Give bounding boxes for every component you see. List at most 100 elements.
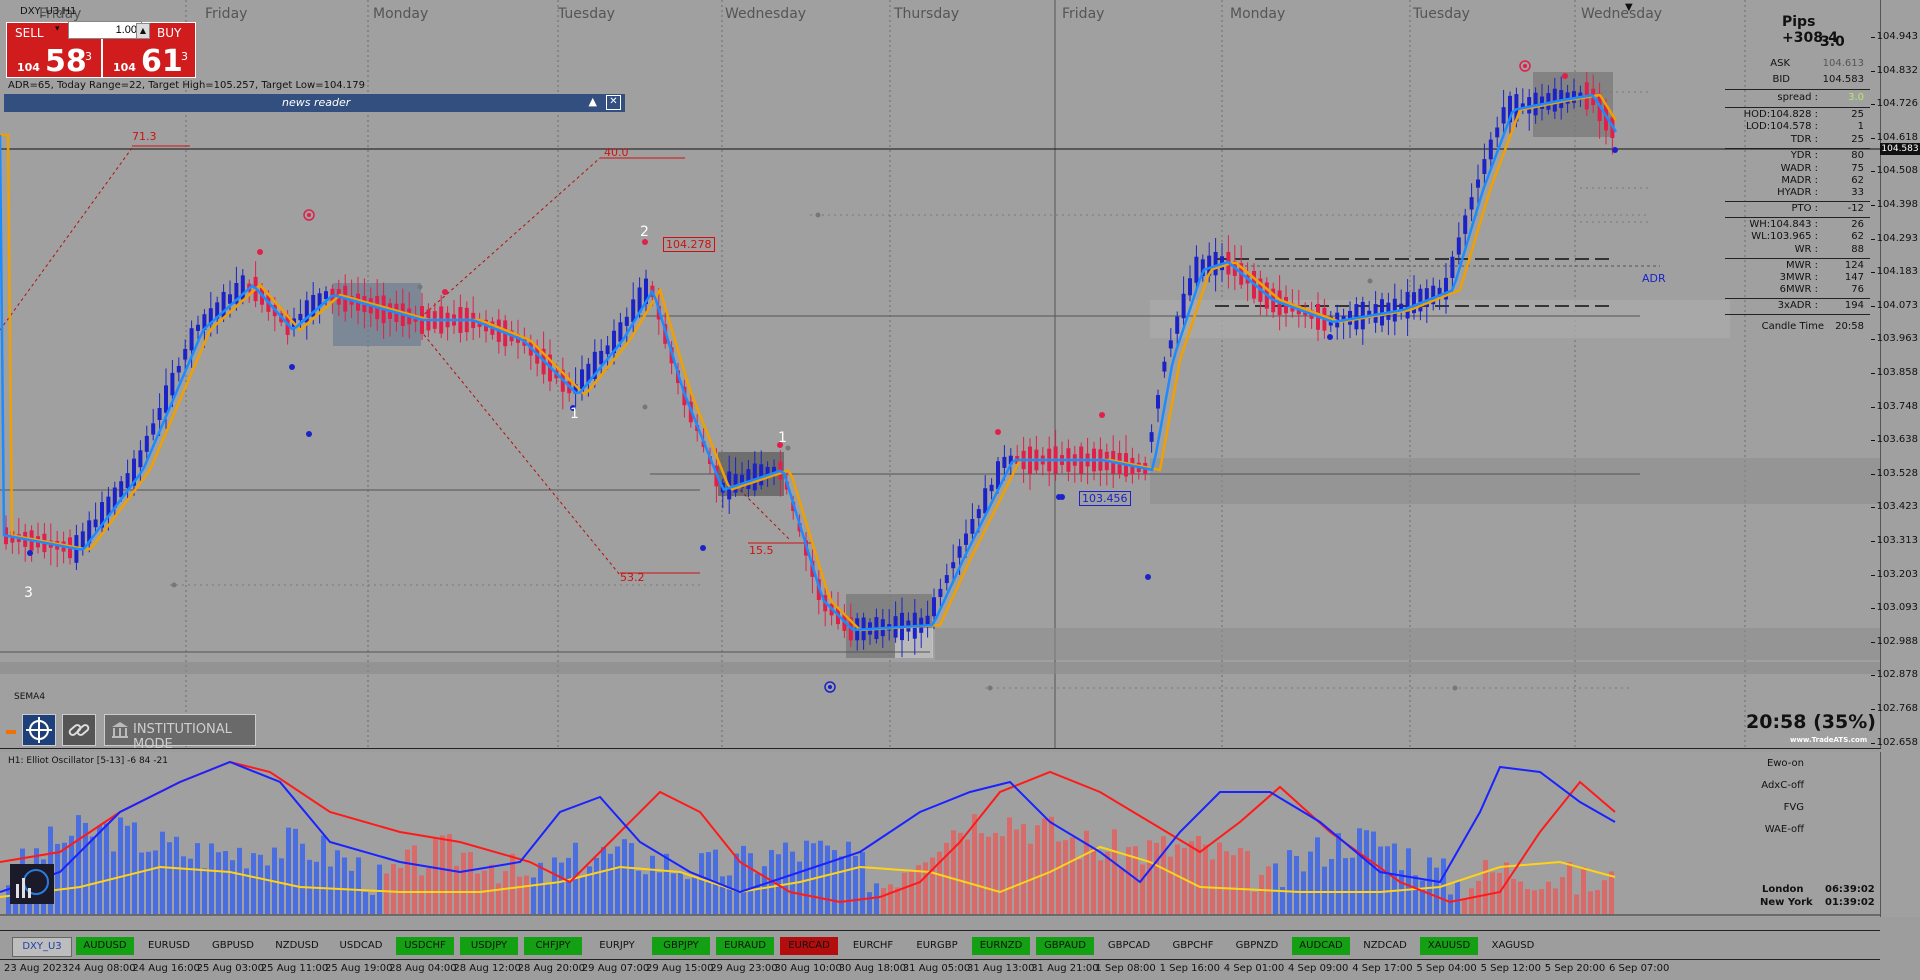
madr-label: MADR :	[1781, 175, 1818, 186]
oscillator-scale	[1881, 752, 1920, 917]
histogram-bar	[923, 862, 928, 914]
histogram-bar	[531, 877, 536, 914]
symbol-button-gbpnzd[interactable]: GBPNZD	[1228, 937, 1286, 955]
symbol-button-gbpusd[interactable]: GBPUSD	[204, 937, 262, 955]
symbol-button-audcad[interactable]: AUDCAD	[1292, 937, 1350, 955]
symbol-button-gbpaud[interactable]: GBPAUD	[1036, 937, 1094, 955]
price-tick: 103.963	[1870, 333, 1918, 345]
histogram-bar	[909, 870, 914, 914]
day-label: Tuesday	[1413, 6, 1470, 22]
zone-band	[0, 662, 1880, 674]
histogram-bar	[1021, 824, 1026, 914]
histogram-bar	[1189, 841, 1194, 914]
price-tick: 102.768	[1870, 703, 1918, 714]
main-chart[interactable]: Friday Friday Monday Tuesday Wednesday T…	[0, 0, 1881, 752]
candle-body	[144, 435, 149, 452]
symbol-button-gbpcad[interactable]: GBPCAD	[1100, 937, 1158, 955]
symbol-button-dxy_u3[interactable]: DXY_U3	[12, 937, 72, 957]
candle-body	[1463, 215, 1468, 234]
symbol-button-usdcad[interactable]: USDCAD	[332, 937, 390, 955]
histogram-bar	[286, 827, 291, 914]
histogram-bar	[216, 852, 221, 914]
histogram-bar	[1469, 888, 1474, 914]
wl-value: 62	[1851, 231, 1864, 242]
date-tick: 5 Sep 12:00	[1480, 963, 1541, 974]
newyork-label: New York	[1760, 897, 1813, 908]
symbol-button-eurusd[interactable]: EURUSD	[140, 937, 198, 955]
crosshair-tool-button[interactable]	[22, 714, 56, 746]
histogram-bar	[566, 857, 571, 914]
lot-decrease-icon[interactable]: ▾	[55, 24, 60, 34]
candle-body	[125, 473, 130, 489]
symbol-button-chfjpy[interactable]: CHFJPY	[524, 937, 582, 955]
date-tick: 24 Aug 16:00	[132, 963, 200, 974]
histogram-bar	[1595, 890, 1600, 914]
histogram-bar	[132, 822, 137, 914]
candle-body	[932, 597, 936, 617]
ewo-toggle[interactable]: Ewo-on	[1767, 758, 1804, 769]
date-tick: 4 Sep 17:00	[1352, 963, 1413, 974]
chart-shift-marker-icon[interactable]: ▼	[1625, 2, 1633, 13]
symbol-button-usdjpy[interactable]: USDJPY	[460, 937, 518, 955]
symbol-button-eurchf[interactable]: EURCHF	[844, 937, 902, 955]
candle-body	[759, 464, 764, 486]
oscillator-svg	[0, 760, 1880, 916]
symbol-button-nzdusd[interactable]: NZDUSD	[268, 937, 326, 955]
symbol-button-eurnzd[interactable]: EURNZD	[972, 937, 1030, 955]
hod-label: HOD:104.828 :	[1743, 109, 1818, 120]
price-scale[interactable]: 104.943 104.832 104.726 104.618 104.508 104.3…	[1870, 0, 1920, 752]
histogram-bar	[90, 836, 95, 914]
sell-price-sup: 3	[85, 50, 92, 63]
fib-leg	[0, 147, 133, 331]
candle-body	[938, 588, 943, 597]
histogram-bar	[1448, 894, 1453, 914]
histogram-bar	[230, 860, 235, 914]
date-tick: 29 Aug 23:00	[710, 963, 778, 974]
histogram-bar	[1077, 859, 1082, 914]
symbol-button-audusd[interactable]: AUDUSD	[76, 937, 134, 955]
price-tick: 104.183	[1870, 266, 1918, 278]
price-tick: 104.832	[1870, 64, 1918, 76]
histogram-bar	[160, 831, 165, 914]
symbol-button-xauusd[interactable]: XAUUSD	[1420, 937, 1478, 955]
histogram-bar	[1420, 880, 1425, 914]
symbol-button-nzdcad[interactable]: NZDCAD	[1356, 937, 1414, 955]
institutional-mode-button[interactable]: INSTITUTIONAL MODE	[104, 714, 256, 752]
oscillator-histogram	[6, 814, 1614, 914]
candle-body	[119, 481, 124, 498]
buy-label: BUY	[157, 26, 182, 40]
histogram-bar	[1091, 847, 1096, 914]
hod-value: 25	[1851, 109, 1864, 120]
symbol-button-usdchf[interactable]: USDCHF	[396, 937, 454, 955]
symbol-button-gbpjpy[interactable]: GBPJPY	[652, 937, 710, 955]
crosshair-icon	[26, 717, 52, 743]
chain-tool-button[interactable]	[62, 714, 96, 746]
symbol-button-eurjpy[interactable]: EURJPY	[588, 937, 646, 955]
symbol-button-euraud[interactable]: EURAUD	[716, 937, 774, 955]
oscillator-panel[interactable]: H1: Elliot Oscillator [5-13] -6 84 -21 E…	[0, 752, 1881, 917]
close-icon[interactable]: ✕	[606, 95, 621, 110]
histogram-bar	[993, 832, 998, 914]
candle-body	[1405, 291, 1410, 319]
symbol-button-gbpchf[interactable]: GBPCHF	[1164, 937, 1222, 955]
price-chart-svg[interactable]	[0, 0, 1880, 748]
price-tick: 104.618	[1870, 131, 1918, 143]
news-reader-panel[interactable]: news reader ▲ ✕	[4, 94, 625, 112]
adxc-toggle[interactable]: AdxC-off	[1761, 780, 1804, 791]
symbol-button-eurgbp[interactable]: EURGBP	[908, 937, 966, 955]
histogram-bar	[1518, 881, 1523, 914]
histogram-bar	[734, 853, 739, 914]
candle-body	[983, 488, 988, 514]
lot-increase-icon[interactable]: ▲	[136, 23, 150, 39]
lot-size-input[interactable]	[68, 21, 142, 39]
fvg-toggle[interactable]: FVG	[1784, 802, 1804, 813]
histogram-bar	[594, 857, 599, 914]
wae-toggle[interactable]: WAE-off	[1765, 824, 1804, 835]
histogram-bar	[202, 868, 207, 914]
symbol-button-xagusd[interactable]: XAGUSD	[1484, 937, 1542, 955]
collapse-icon[interactable]: ▲	[589, 95, 597, 108]
candle-body	[964, 533, 968, 545]
histogram-bar	[860, 852, 865, 914]
histogram-bar	[1378, 846, 1383, 914]
symbol-button-eurcad[interactable]: EURCAD	[780, 937, 838, 955]
